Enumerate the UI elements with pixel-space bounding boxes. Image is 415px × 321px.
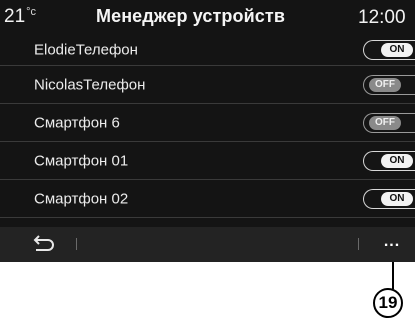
temperature-value: 21 bbox=[4, 6, 26, 27]
device-row[interactable]: ElodieТелефон ON bbox=[0, 34, 415, 66]
device-name: ElodieТелефон bbox=[34, 41, 138, 58]
device-row[interactable]: Смартфон 01 ON bbox=[0, 142, 415, 180]
back-arrow-icon bbox=[33, 235, 54, 251]
clock: 12:00 bbox=[358, 7, 406, 28]
toggle-state-label: ON bbox=[381, 153, 413, 168]
toggle-state-label: OFF bbox=[369, 77, 401, 92]
device-toggle[interactable]: OFF bbox=[363, 112, 415, 133]
temperature-unit: °c bbox=[26, 6, 37, 18]
device-name: Смартфон 02 bbox=[34, 190, 129, 207]
back-button[interactable] bbox=[30, 233, 58, 255]
device-name: Смартфон 01 bbox=[34, 152, 129, 169]
device-name: Смартфон 6 bbox=[34, 114, 120, 131]
separator bbox=[76, 238, 77, 250]
bottom-bar: ... bbox=[0, 227, 415, 262]
device-manager-screen: 21°c Менеджер устройств 12:00 ElodieТеле… bbox=[0, 0, 415, 262]
device-toggle[interactable]: OFF bbox=[363, 74, 415, 95]
toggle-state-label: OFF bbox=[369, 115, 401, 130]
device-row[interactable]: Смартфон 02 ON bbox=[0, 180, 415, 218]
toggle-state-label: ON bbox=[381, 191, 413, 206]
callout-line bbox=[392, 262, 394, 289]
device-row[interactable]: NicolasТелефон OFF bbox=[0, 66, 415, 104]
device-toggle[interactable]: ON bbox=[363, 150, 415, 171]
device-toggle[interactable]: ON bbox=[363, 39, 415, 60]
callout-number: 19 bbox=[373, 288, 403, 318]
more-options-button[interactable]: ... bbox=[376, 233, 408, 255]
separator bbox=[358, 238, 359, 250]
device-list: ElodieТелефон ON NicolasТелефон OFF Смар… bbox=[0, 34, 415, 218]
device-name: NicolasТелефон bbox=[34, 76, 146, 93]
temperature-readout: 21°c bbox=[4, 6, 36, 28]
status-bar: 21°c Менеджер устройств 12:00 bbox=[0, 0, 415, 34]
device-row[interactable]: Смартфон 6 OFF bbox=[0, 104, 415, 142]
toggle-state-label: ON bbox=[381, 42, 413, 57]
page-title: Менеджер устройств bbox=[96, 6, 285, 26]
device-toggle[interactable]: ON bbox=[363, 188, 415, 209]
